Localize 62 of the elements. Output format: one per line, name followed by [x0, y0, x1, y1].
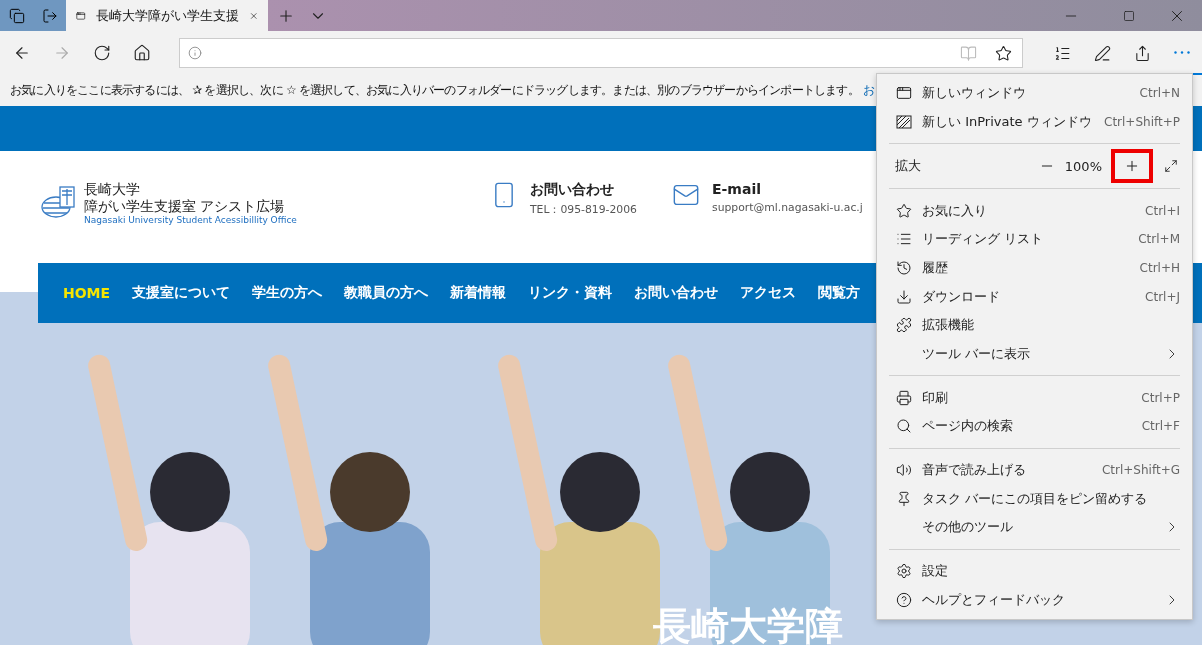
nav-link[interactable]: 閲覧方	[818, 284, 861, 302]
browser-tab[interactable]: 長崎大学障がい学生支援	[66, 0, 268, 31]
nav-link[interactable]: アクセス	[740, 284, 797, 302]
menu-item-icon	[896, 490, 912, 507]
logo-title: 長崎大学	[84, 181, 141, 198]
menu-item-icon	[896, 418, 912, 435]
contact-title: お問い合わせ	[530, 181, 615, 199]
nav-link[interactable]: 学生の方へ	[252, 284, 323, 302]
menu-item-icon	[896, 288, 912, 305]
menu-item[interactable]: ページ内の検索 Ctrl+F	[877, 412, 1192, 441]
menu-item-icon	[896, 591, 912, 608]
favorites-hub-icon[interactable]	[1053, 44, 1071, 62]
zoom-level: 100%	[1064, 158, 1102, 174]
inprivate-window-icon	[896, 115, 912, 129]
menu-item[interactable]: その他のツール	[877, 513, 1192, 542]
menu-item-icon	[896, 563, 912, 580]
zoom-in-button[interactable]	[1111, 149, 1153, 184]
menu-item-icon	[896, 85, 912, 102]
contact-title: E-mail	[712, 181, 762, 197]
home-icon[interactable]	[132, 44, 151, 62]
menu-item-icon	[896, 462, 912, 479]
import-link[interactable]: お	[862, 82, 875, 99]
menu-item-icon	[896, 389, 912, 406]
nav-link[interactable]: 新着情報	[450, 284, 507, 302]
menu-item[interactable]: 新しいウィンドウ Ctrl+N	[877, 79, 1192, 108]
menu-item[interactable]: リーディング リスト Ctrl+M	[877, 225, 1192, 254]
menu-item[interactable]: ヘルプとフィードバック	[877, 585, 1192, 615]
menu-item-icon	[896, 317, 912, 334]
fullscreen-icon[interactable]	[1162, 159, 1180, 174]
menu-item[interactable]: 音声で読み上げる Ctrl+Shift+G	[877, 455, 1192, 485]
set-aside-icon[interactable]	[41, 7, 58, 24]
favorite-star-icon[interactable]	[995, 44, 1013, 62]
menu-item[interactable]: お気に入り Ctrl+I	[877, 196, 1192, 225]
zoom-label: 拡大	[895, 157, 922, 176]
menu-item-icon	[896, 202, 912, 219]
menu-item[interactable]: 新しい InPrivate ウィンドウ Ctrl+Shift+P	[877, 107, 1192, 137]
nav-link[interactable]: 教職員の方へ	[344, 284, 429, 302]
menu-item[interactable]: ツール バーに表示	[877, 339, 1192, 369]
nav-link[interactable]: リンク・資料	[528, 284, 613, 302]
tabs-aside-icon[interactable]	[8, 7, 25, 24]
menu-item-icon	[896, 260, 912, 276]
contact-detail: support@ml.nagasaki-u.ac.j	[712, 201, 863, 214]
menu-item[interactable]: 履歴 Ctrl+H	[877, 253, 1192, 283]
menu-item[interactable]: ダウンロード Ctrl+J	[877, 282, 1192, 312]
info-icon[interactable]	[188, 46, 203, 60]
nav-link[interactable]: HOME	[63, 285, 111, 301]
nav-link[interactable]: 支援室について	[132, 284, 231, 302]
menu-item[interactable]: タスク バーにこの項目をピン留めする	[877, 484, 1192, 514]
menu-item[interactable]: 設定	[877, 556, 1192, 586]
address-field[interactable]	[179, 38, 1023, 68]
menu-item[interactable]: 印刷 Ctrl+P	[877, 383, 1192, 413]
refresh-icon[interactable]	[92, 44, 111, 62]
logo-english: Nagasaki University Student Acessibillity Office	[84, 214, 297, 226]
contact-detail: TEL：095-819-2006	[530, 203, 637, 217]
pen-icon[interactable]	[1093, 44, 1111, 62]
logo-subtitle: 障がい学生支援室 アシスト広場	[84, 197, 286, 215]
more-icon	[1174, 50, 1191, 54]
maximize-icon[interactable]	[1123, 9, 1135, 22]
nav-link[interactable]: お問い合わせ	[634, 284, 719, 302]
favorites-bar-message: お気に入りをここに表示するには、 ✰ を選択し、次に ☆ を選択して、お気に入りバーのフォルダーにドラッグします。または、別のブラウザーからインポートします。	[10, 82, 859, 99]
share-icon[interactable]	[1133, 44, 1151, 62]
menu-item[interactable]: 拡張機能	[877, 311, 1192, 340]
